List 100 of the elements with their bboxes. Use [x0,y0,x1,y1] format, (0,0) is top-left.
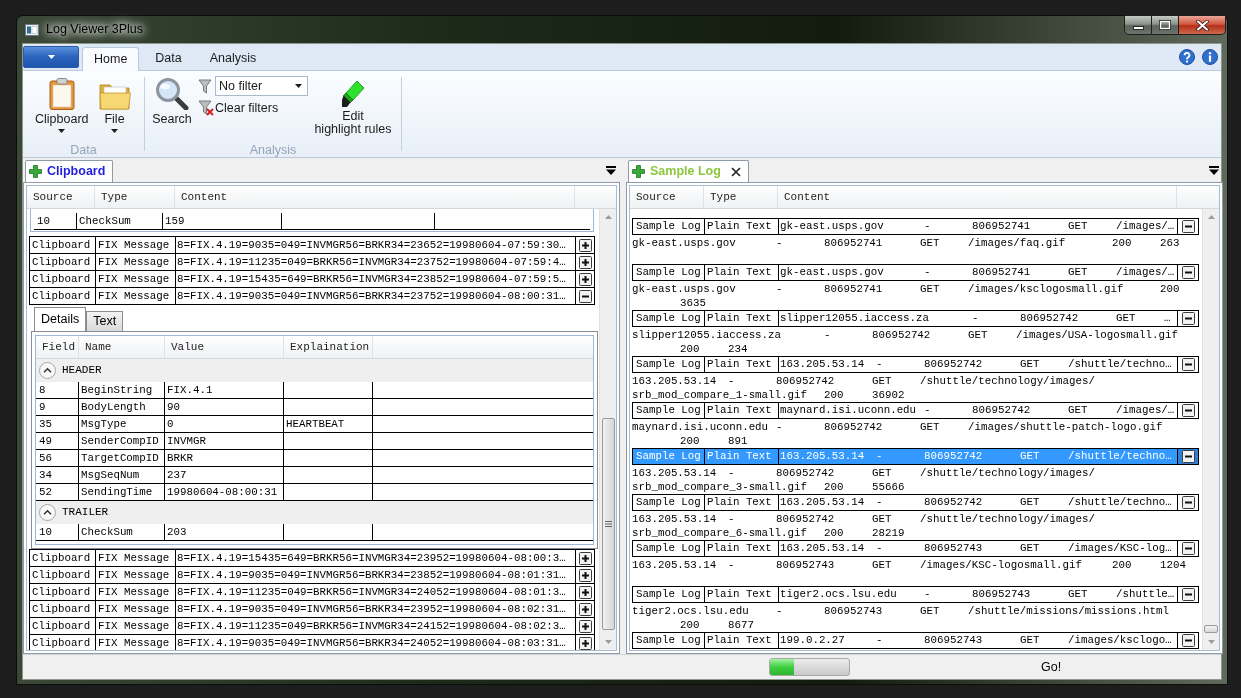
scrollbar-thumb[interactable] [601,418,615,630]
chevron-up-circle-icon[interactable] [39,362,56,379]
table-cell: FIX Message [96,584,176,600]
log-detail-text: 163.205.53.14 - 806952742 GET /shuttle/technology/images/ srb_mod_compare_6-small.gif 200 28219 [631,512,1096,540]
group-header-row[interactable]: TRAILER [36,501,593,524]
column-header[interactable]: Type [95,186,175,208]
minus-box-icon[interactable] [1181,404,1195,417]
plus-box-icon[interactable] [578,619,592,633]
column-header[interactable]: Content [175,186,575,208]
info-icon[interactable] [1202,49,1218,65]
table-cell: Sample Log [633,495,705,510]
table-row[interactable]: Sample Log Plain Text 163.205.53.14 - 806952743 GET /images/KSC-log… [632,540,1199,557]
close-button[interactable] [1179,15,1226,35]
help-icon[interactable] [1179,49,1195,65]
table-row[interactable]: Sample Log Plain Text gk-east.usps.gov - 806952741 GET /images/… [632,264,1199,281]
plus-icon [632,165,645,178]
plus-box-icon[interactable] [578,551,592,565]
minus-box-icon[interactable] [1181,588,1195,601]
table-cell: FIX Message [96,288,176,304]
search-button[interactable]: Search [153,76,191,128]
table-row[interactable]: Clipboard FIX Message 8=FIX.4.19=9035=049=INVMGR56=BRKR34=23852=19980604-08:01:31… [29,567,595,584]
plus-box-icon[interactable] [578,636,592,650]
ribbon-tab[interactable]: Analysis [197,46,269,70]
details-tab[interactable]: Details [34,307,87,331]
table-row[interactable]: Clipboard FIX Message 8=FIX.4.19=15435=649=BRKR56=INVMGR34=23952=19980604-08:00:3… [29,549,595,567]
table-cell: FIX Message [96,550,176,566]
maximize-icon [1159,20,1171,30]
table-cell: gk-east.usps.gov - 806952741 GET /images/… [779,265,1178,280]
minus-box-icon[interactable] [1181,220,1195,233]
table-cell: Clipboard [30,237,96,253]
plus-box-icon[interactable] [578,602,592,616]
minus-box-icon[interactable] [1181,450,1195,463]
pane-tab[interactable]: Clipboard [25,160,114,182]
table-cell: FIX Message [96,635,176,650]
table-cell: 8=FIX.4.19=11235=049=BRKR56=INVMGR34=24052=19980604-08:01:3… [176,584,576,600]
table-row[interactable]: Sample Log Plain Text 199.0.2.27 - 806952743 GET /images/ksclogo… [632,632,1199,649]
ribbon-tab[interactable]: Home [82,47,140,71]
plus-box-icon[interactable] [578,255,592,269]
table-row[interactable]: Sample Log Plain Text tiger2.ocs.lsu.edu - 806952743 GET /shuttle… [632,586,1199,603]
table-row[interactable]: Sample Log Plain Text 163.205.53.14 - 806952742 GET /shuttle/techno… [632,356,1199,373]
table-row[interactable]: Clipboard FIX Message 8=FIX.4.19=9035=049=INVMGR56=BRKR34=24052=19980604-08:03:31… [29,635,595,650]
column-header[interactable]: Source [27,186,95,208]
table-cell: 0 [165,416,284,432]
table-cell: 52 [36,484,79,500]
group-header-row[interactable]: HEADER [36,359,593,382]
close-icon[interactable] [730,166,741,177]
minimize-button[interactable] [1124,15,1152,35]
minus-box-icon[interactable] [1181,496,1195,509]
table-row[interactable]: Clipboard FIX Message 8=FIX.4.19=11235=049=BRKR56=INVMGR34=24052=19980604-08:01:3… [29,584,595,601]
minus-box-icon[interactable] [1181,542,1195,555]
table-row[interactable]: Sample Log Plain Text slipper12055.iaccess.za - 806952742 GET … [632,310,1199,327]
table-row[interactable]: Clipboard FIX Message 8=FIX.4.19=9035=049=INVMGR56=BRKR34=23752=19980604-08:00:31… [29,288,595,305]
filter-dropdown[interactable]: No filter [215,76,308,96]
table-cell: gk-east.usps.gov - 806952741 GET /images/… [779,219,1178,234]
group-label: TRAILER [62,505,109,521]
column-header[interactable]: Type [704,186,778,208]
column-header[interactable]: Value [165,336,284,358]
minus-box-icon[interactable] [1181,358,1195,371]
table-row[interactable]: Clipboard FIX Message 8=FIX.4.19=9035=049=INVMGR56=BRKR34=23652=19980604-07:59:30… [29,236,595,254]
chevron-up-circle-icon[interactable] [39,504,56,521]
table-row[interactable]: Sample Log Plain Text maynard.isi.uconn.edu - 806952742 GET /images/… [632,402,1199,419]
table-row[interactable]: Sample Log Plain Text 163.205.53.14 - 806952742 GET /shuttle/techno… [632,494,1199,511]
table-cell: FIX Message [96,237,176,253]
minus-box-icon[interactable] [1181,266,1195,279]
table-row[interactable]: Sample Log Plain Text gk-east.usps.gov - 806952741 GET /images/… [632,218,1199,235]
file-button[interactable]: File [98,76,131,136]
scrollbar-thumb[interactable] [1204,625,1218,633]
clipboard-icon [48,78,75,110]
table-row[interactable]: Clipboard FIX Message 8=FIX.4.19=11235=049=BRKR56=INVMGR34=23752=19980604-07:59:4… [29,254,595,271]
column-header[interactable]: Field [36,336,79,358]
clear-filters-button[interactable]: Clear filters [198,99,308,117]
pane-menu-icon[interactable] [1209,165,1219,175]
status-text: Go! [1041,658,1062,676]
table-cell: 163.205.53.14 - 806952743 GET /images/KSC-log… [779,541,1178,556]
log-detail-text: gk-east.usps.gov - 806952741 GET /images/faq.gif 200 263 [631,236,1181,250]
scrollbar[interactable] [599,209,616,650]
table-row[interactable]: Clipboard FIX Message 8=FIX.4.19=9035=049=INVMGR56=BRKR34=23952=19980604-08:02:31… [29,601,595,618]
table-row[interactable]: Clipboard FIX Message 8=FIX.4.19=11235=049=BRKR56=INVMGR34=24152=19980604-08:02:3… [29,618,595,635]
table-cell: CheckSum [77,213,163,229]
column-header[interactable]: Name [79,336,165,358]
minus-box-icon[interactable] [1181,634,1195,647]
scrollbar[interactable] [1202,209,1219,650]
column-header[interactable]: Source [630,186,704,208]
maximize-button[interactable] [1152,15,1179,35]
table-cell: 159 [163,213,282,229]
table-row[interactable]: Clipboard FIX Message 8=FIX.4.19=15435=649=BRKR56=INVMGR34=23852=19980604-07:59:5… [29,271,595,288]
column-header[interactable]: Explaination [284,336,373,358]
minus-box-icon[interactable] [1181,312,1195,325]
plus-box-icon[interactable] [578,272,592,286]
plus-box-icon[interactable] [578,238,592,252]
details-tab[interactable]: Text [86,311,124,331]
clear-filter-icon [198,100,214,116]
column-header[interactable]: Content [778,186,1177,208]
plus-box-icon[interactable] [578,585,592,599]
plus-box-icon[interactable] [578,568,592,582]
minus-box-icon[interactable] [578,289,592,303]
highlight-rules-button[interactable]: Edit highlight rules [313,76,393,138]
pane-menu-icon[interactable] [606,165,616,175]
ribbon-tab[interactable]: Data [143,46,194,70]
clipboard-button[interactable]: Clipboard [35,76,89,136]
